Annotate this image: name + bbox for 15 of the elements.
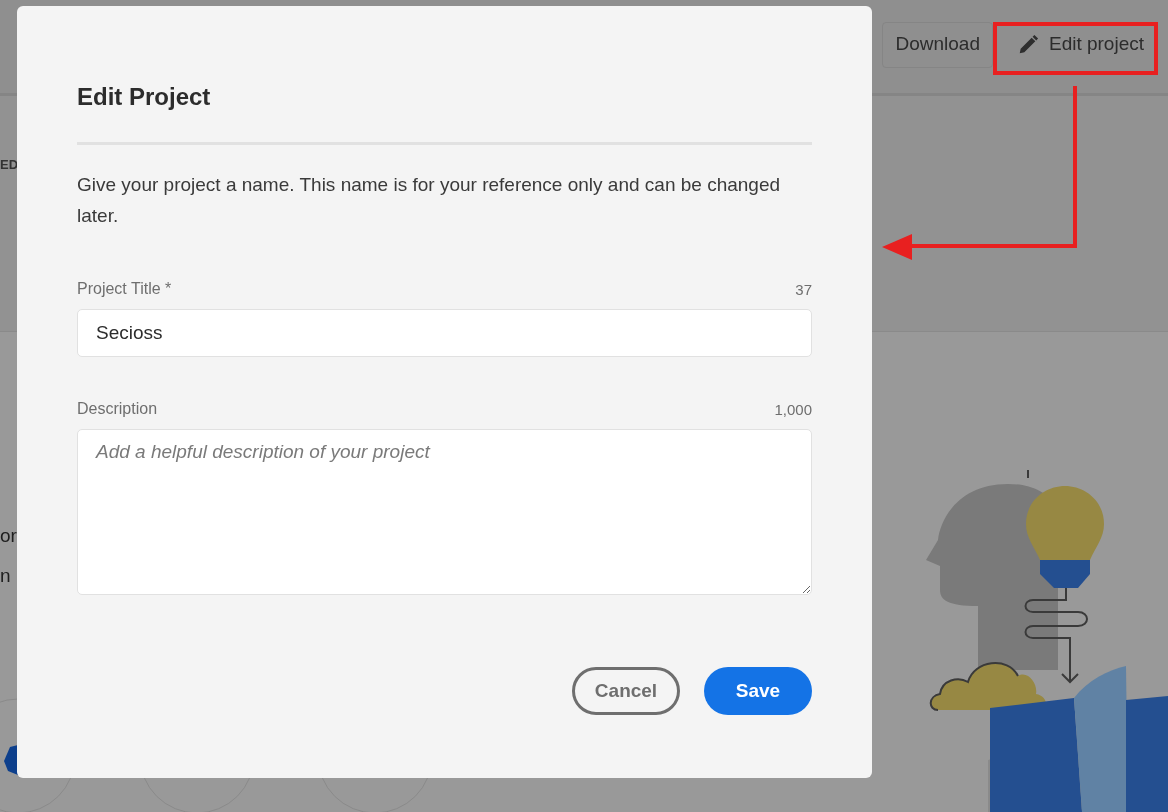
body-text: or xyxy=(0,525,17,546)
section-label: ED xyxy=(0,157,19,172)
character-counter: 1,000 xyxy=(774,399,812,420)
field-label: Description xyxy=(77,399,158,419)
dialog-title: Edit Project xyxy=(77,82,212,112)
body-text: n xyxy=(0,565,11,586)
intro-text: Give your project a name. This name is for your reference only and can be changed later. xyxy=(77,173,782,228)
character-counter: 37 xyxy=(795,279,812,300)
description-field[interactable]: Add a helpful description of your project xyxy=(77,429,812,595)
cancel-button[interactable]: Cancel xyxy=(572,667,680,715)
title-input-field[interactable]: Secioss xyxy=(77,309,812,357)
field-label: Project Title * xyxy=(77,279,172,299)
edit-project-button[interactable]: Edit project xyxy=(1004,21,1156,68)
download-button[interactable]: Download xyxy=(882,21,993,68)
save-button[interactable]: Save xyxy=(704,667,812,715)
